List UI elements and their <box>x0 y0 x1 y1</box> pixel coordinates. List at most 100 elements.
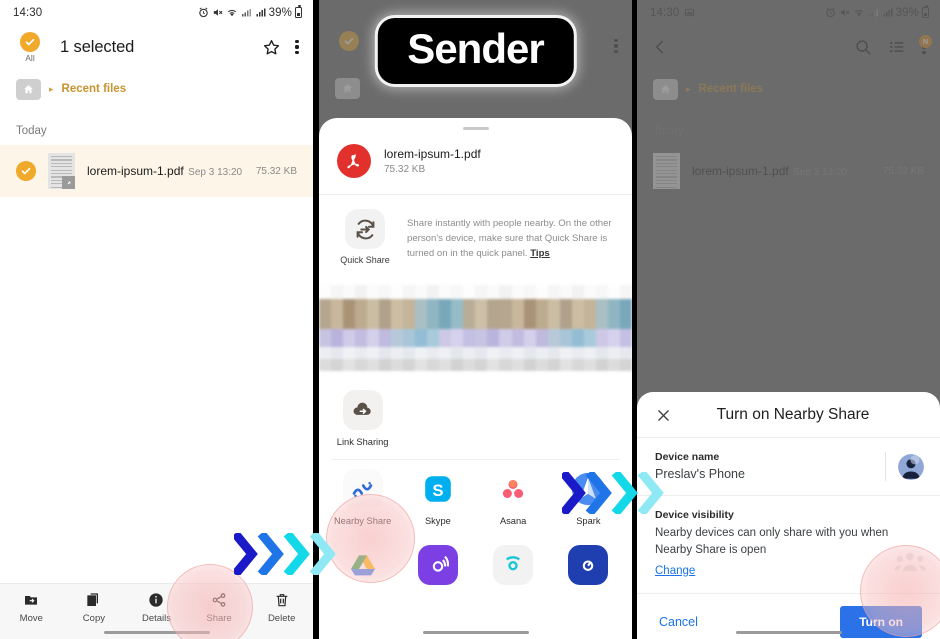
link-sharing-label: Link Sharing <box>336 437 389 447</box>
status-time: 14:30 <box>650 6 680 19</box>
status-bar-1: 14:30 39% <box>0 0 313 25</box>
file-date: Sep 3 13:20 <box>793 167 848 178</box>
delete-button[interactable]: Delete <box>253 592 311 624</box>
dialog-title: Turn on Nearby Share <box>716 406 870 423</box>
close-icon[interactable] <box>655 407 672 424</box>
breadcrumb-separator: ▸ <box>49 83 54 94</box>
file-row[interactable]: lorem-ipsum-1.pdf Sep 3 13:20 75.32 KB <box>0 145 313 197</box>
move-label: Move <box>19 612 43 624</box>
app-nearby-share[interactable]: Nearby Share <box>325 460 400 536</box>
app-blue[interactable] <box>551 536 626 595</box>
details-label: Details <box>141 612 171 624</box>
battery-percent: 39% <box>268 6 292 19</box>
home-folder-icon <box>335 77 360 99</box>
quick-share-button[interactable]: Quick Share <box>337 209 393 265</box>
list-view-icon[interactable] <box>888 38 906 56</box>
back-arrow-icon[interactable] <box>651 38 669 56</box>
file-size: 75.32 KB <box>255 165 297 177</box>
file-thumbnail <box>48 153 75 189</box>
quick-share-description-text: Share instantly with people nearby. On t… <box>407 218 612 259</box>
user-avatar[interactable] <box>898 453 924 480</box>
device-visibility-label: Device visibility <box>655 509 734 521</box>
purple-app-icon <box>417 545 458 585</box>
device-visibility-section: Device visibility Nearby devices can onl… <box>637 496 940 593</box>
cancel-button[interactable]: Cancel <box>655 609 702 635</box>
app-skype[interactable]: S Skype <box>400 460 475 536</box>
quick-share-label: Quick Share <box>340 255 390 265</box>
kebab-menu-icon[interactable] <box>295 39 299 55</box>
shared-file-name: lorem-ipsum-1.pdf <box>384 147 481 161</box>
check-circle-icon <box>339 30 359 51</box>
mute-icon <box>839 7 850 18</box>
change-visibility-link[interactable]: Change <box>655 565 695 577</box>
spark-mail-icon <box>568 469 608 509</box>
blue-app-icon <box>568 545 609 585</box>
pdf-file-icon <box>337 144 371 178</box>
app-row-1: Nearby Share S Skype Asana Spark <box>325 460 626 536</box>
status-bar-3: 14:30 39% <box>637 0 940 25</box>
skype-label: Skype <box>424 516 451 526</box>
home-indicator <box>422 630 529 634</box>
kebab-menu-icon[interactable]: N <box>919 34 932 55</box>
wifi-icon <box>226 7 238 18</box>
app-asana[interactable]: Asana <box>476 460 551 536</box>
day-label-3: Today <box>653 125 684 137</box>
file-date: Sep 3 13:20 <box>188 167 243 178</box>
copy-label: Copy <box>82 612 105 624</box>
file-checkbox-icon[interactable] <box>16 161 36 181</box>
breadcrumb-current[interactable]: Recent files <box>62 83 127 95</box>
selection-count-title: 1 selected <box>60 37 135 56</box>
selection-bottom-bar: Move Copy Details Share Delete <box>0 583 313 639</box>
dialog-header: Turn on Nearby Share <box>637 392 940 437</box>
sender-overlay-label: Sender <box>381 22 570 81</box>
menu-badge: N <box>919 34 932 48</box>
app-bar-actions <box>262 38 301 57</box>
link-sharing-app[interactable]: Link Sharing <box>325 381 400 457</box>
search-icon[interactable] <box>854 38 872 56</box>
device-name-value: Preslav's Phone <box>655 467 745 481</box>
device-visibility-text: Nearby devices can only share with you w… <box>655 527 889 557</box>
quick-share-description: Share instantly with people nearby. On t… <box>407 209 614 265</box>
quick-share-icon <box>345 209 385 249</box>
phone-screen-1: 14:30 39% All 1 selected ▸ Recent files … <box>0 0 313 639</box>
file-size: 75.32 KB <box>882 165 924 177</box>
move-button[interactable]: Move <box>2 592 60 624</box>
copy-button[interactable]: Copy <box>65 592 123 624</box>
battery-percent: 39% <box>895 6 919 19</box>
app-cyan[interactable] <box>476 536 551 595</box>
file-row-3: lorem-ipsum-1.pdf Sep 3 13:20 75.32 KB <box>637 145 940 197</box>
battery-icon <box>922 5 929 18</box>
device-name-section[interactable]: Device name Preslav's Phone <box>637 438 940 495</box>
skype-icon: S <box>417 469 458 509</box>
sim-signal-icon <box>868 7 880 18</box>
app-google-drive[interactable] <box>325 536 400 595</box>
home-folder-icon[interactable] <box>16 78 41 100</box>
star-icon[interactable] <box>262 38 281 57</box>
check-circle-icon <box>20 31 40 52</box>
app-spark[interactable]: Spark <box>551 460 626 536</box>
quick-share-block[interactable]: Quick Share Share instantly with people … <box>319 195 632 281</box>
selection-app-bar: All 1 selected <box>0 25 313 69</box>
turn-on-button[interactable]: Turn on <box>840 605 922 638</box>
app-purple[interactable] <box>400 536 475 595</box>
kebab-menu-icon <box>614 38 618 54</box>
people-icon <box>894 550 926 577</box>
phone-screen-3: 14:30 39% N ▸ Recent files Today lorem-i… <box>637 0 940 639</box>
expand-icon <box>62 176 75 189</box>
image-icon <box>684 7 695 18</box>
share-button[interactable]: Share <box>190 592 248 624</box>
file-meta: lorem-ipsum-1.pdf Sep 3 13:20 <box>87 162 244 180</box>
google-drive-icon <box>342 545 383 585</box>
panel-share-sheet: All lorem-ipsum-1.pdf 75.32 KB Quick Sha… <box>313 0 637 639</box>
select-all-checkbox[interactable]: All <box>12 31 48 63</box>
status-left: 14:30 <box>13 7 42 19</box>
day-label: Today <box>16 125 47 137</box>
quick-share-tips-link[interactable]: Tips <box>530 248 550 259</box>
cyan-app-icon <box>493 545 534 585</box>
details-button[interactable]: Details <box>127 592 185 624</box>
svg-text:S: S <box>432 481 443 500</box>
dimmed-select-all: All <box>331 30 367 62</box>
nearby-share-icon <box>342 469 383 509</box>
file-meta-3: lorem-ipsum-1.pdf Sep 3 13:20 <box>692 162 871 180</box>
status-right-3: 39% <box>825 5 929 19</box>
